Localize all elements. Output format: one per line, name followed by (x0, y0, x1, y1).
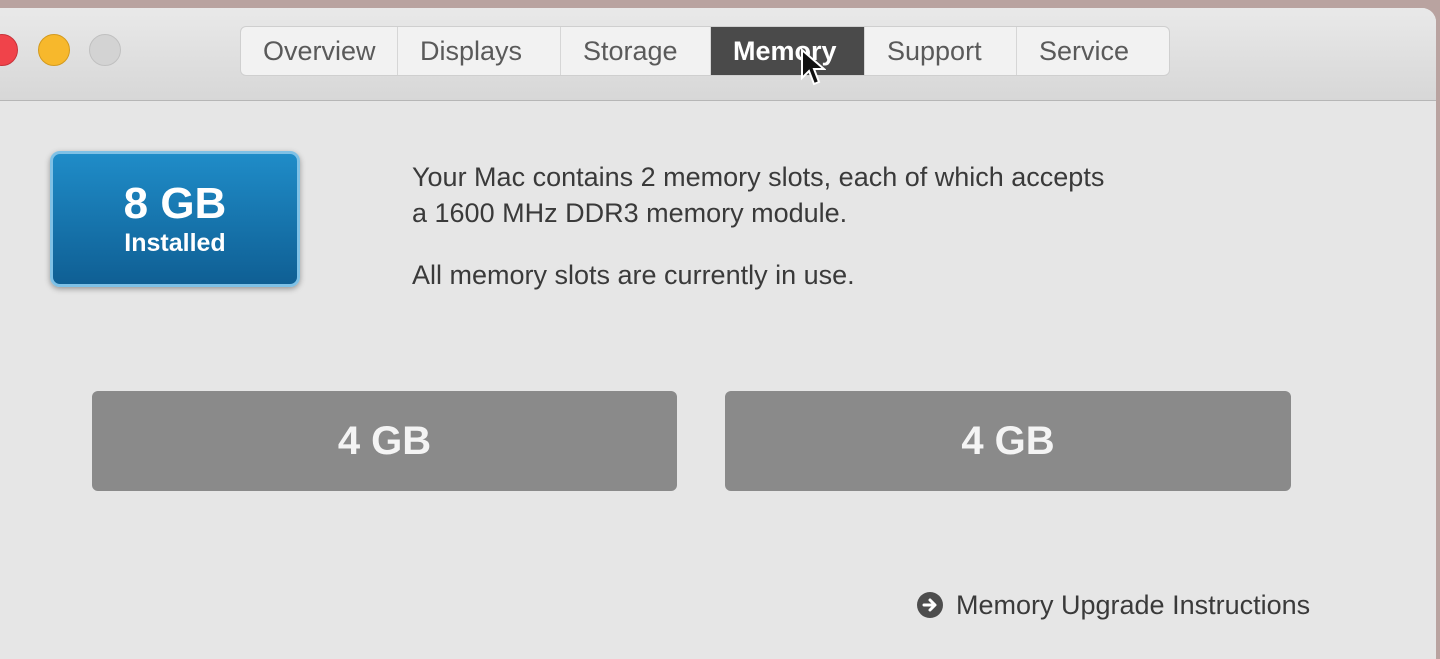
slots-description-line-1: Your Mac contains 2 memory slots, each o… (412, 162, 1105, 192)
tab-bar: Overview Displays Storage Memory Support… (240, 26, 1170, 76)
tab-memory[interactable]: Memory (711, 27, 865, 75)
tab-displays[interactable]: Displays (398, 27, 561, 75)
tab-overview[interactable]: Overview (241, 27, 398, 75)
arrow-right-circle-icon (917, 592, 943, 618)
minimize-button[interactable] (38, 34, 70, 66)
title-bar: Overview Displays Storage Memory Support… (0, 8, 1436, 101)
upgrade-link-label: Memory Upgrade Instructions (956, 589, 1311, 620)
memory-upgrade-instructions-link[interactable]: Memory Upgrade Instructions (916, 587, 1310, 623)
installed-memory-size: 8 GB (123, 179, 227, 228)
slots-status: All memory slots are currently in use. (412, 260, 855, 290)
memory-description: Your Mac contains 2 memory slots, each o… (412, 159, 1232, 293)
zoom-button[interactable] (89, 34, 121, 66)
memory-slot-1: 4 GB (92, 391, 677, 491)
tab-support[interactable]: Support (865, 27, 1017, 75)
tab-storage[interactable]: Storage (561, 27, 711, 75)
memory-slot-2: 4 GB (725, 391, 1291, 491)
memory-pane: 8 GB Installed Your Mac contains 2 memor… (0, 101, 1436, 659)
pointer-cursor-icon (801, 48, 826, 86)
close-button[interactable] (0, 34, 18, 66)
memory-summary-tile: 8 GB Installed (50, 151, 300, 287)
about-this-mac-window: Overview Displays Storage Memory Support… (0, 8, 1436, 659)
slots-description-line-2: a 1600 MHz DDR3 memory module. (412, 198, 848, 228)
tab-service[interactable]: Service (1017, 27, 1169, 75)
installed-label: Installed (124, 229, 226, 257)
